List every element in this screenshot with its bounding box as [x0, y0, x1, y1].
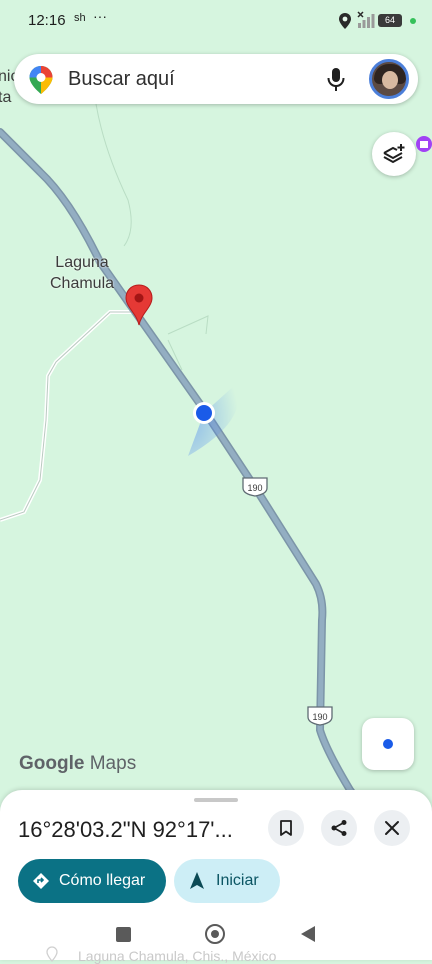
- start-label: Iniciar: [216, 872, 259, 889]
- location-status-icon: [339, 13, 351, 29]
- back-button[interactable]: [300, 925, 316, 943]
- bookmark-icon: [280, 820, 292, 836]
- more-notifications: ···: [93, 8, 107, 24]
- my-location-button[interactable]: [362, 718, 414, 770]
- system-nav-bar: [0, 910, 432, 960]
- save-button[interactable]: [268, 810, 304, 846]
- directions-button[interactable]: Cómo llegar: [18, 859, 166, 903]
- layers-button[interactable]: [372, 132, 416, 176]
- google-maps-pin-icon: [29, 66, 53, 94]
- google-maps-logo: Google Maps: [19, 753, 137, 774]
- dropped-pin-icon[interactable]: [124, 284, 154, 326]
- start-navigation-button[interactable]: Iniciar: [174, 859, 280, 903]
- route-shield-190-b: 190: [307, 706, 333, 726]
- close-button[interactable]: [374, 810, 410, 846]
- my-location-icon: [383, 739, 393, 749]
- sheet-drag-handle[interactable]: [194, 798, 238, 802]
- microphone-icon[interactable]: [326, 67, 346, 93]
- account-avatar[interactable]: [369, 59, 409, 99]
- home-button[interactable]: [205, 924, 225, 944]
- directions-icon: [33, 873, 49, 889]
- recents-button[interactable]: [116, 927, 131, 942]
- route-shield-label: 190: [312, 712, 327, 722]
- privacy-dot: [410, 18, 416, 24]
- coordinates-title: 16°28'03.2"N 92°17'...: [18, 817, 233, 842]
- shopping-marker-icon[interactable]: [414, 134, 432, 158]
- share-button[interactable]: [321, 810, 357, 846]
- navigation-arrow-icon: [190, 872, 204, 889]
- layers-icon: [383, 144, 405, 164]
- route-shield-label: 190: [247, 483, 262, 493]
- clock: 12:16: [28, 12, 66, 29]
- share-icon: [331, 820, 347, 836]
- carrier-indicator: sh: [74, 12, 86, 24]
- battery-indicator: 64: [378, 14, 402, 27]
- close-icon: [385, 821, 399, 835]
- search-placeholder[interactable]: Buscar aquí: [68, 68, 175, 91]
- signal-icon: [357, 11, 375, 28]
- route-shield-190-a: 190: [242, 477, 268, 497]
- directions-label: Cómo llegar: [59, 872, 146, 889]
- map-canvas[interactable]: 190 190: [0, 0, 432, 820]
- status-bar: 12:16 sh ··· 64: [0, 0, 432, 44]
- search-bar[interactable]: Buscar aquí: [14, 54, 418, 104]
- place-label[interactable]: Laguna Chamula: [40, 252, 124, 294]
